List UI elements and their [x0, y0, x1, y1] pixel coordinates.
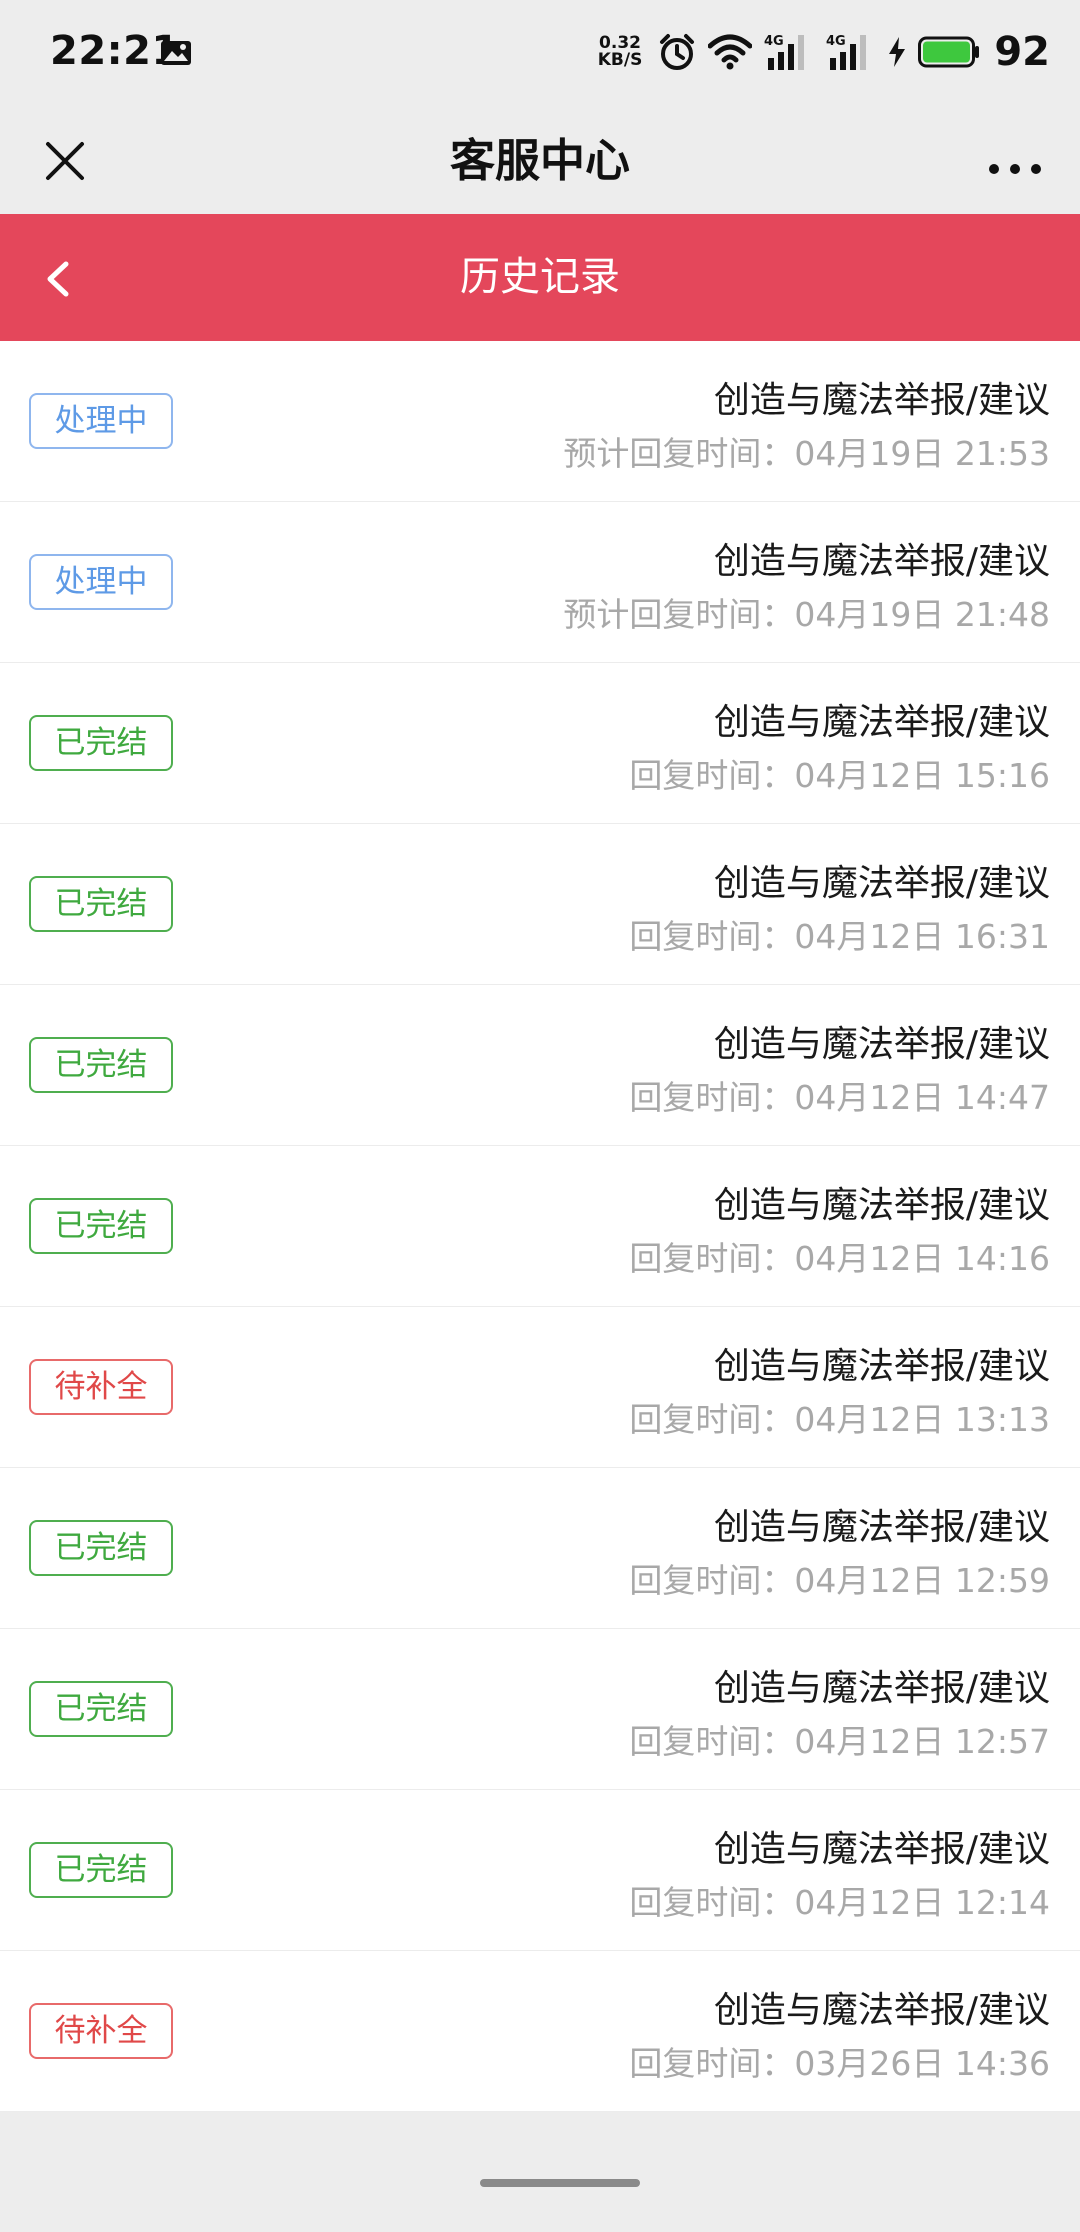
record-time: 回复时间：04月12日 16:31 [629, 917, 1050, 956]
record-row[interactable]: 已完结 创造与魔法举报/建议 回复时间：04月12日 15:16 [0, 663, 1080, 824]
status-icons: 0.32 KB/S 4G 4G 92 [598, 26, 1050, 78]
cellular-signal-icon-1: 4G [764, 34, 805, 70]
image-notification-icon [161, 41, 191, 65]
record-row[interactable]: 处理中 创造与魔法举报/建议 预计回复时间：04月19日 21:48 [0, 502, 1080, 663]
record-title: 创造与魔法举报/建议 [713, 541, 1050, 582]
record-title: 创造与魔法举报/建议 [713, 380, 1050, 421]
record-title: 创造与魔法举报/建议 [713, 702, 1050, 743]
record-row[interactable]: 已完结 创造与魔法举报/建议 回复时间：04月12日 14:47 [0, 985, 1080, 1146]
status-badge: 待补全 [29, 2003, 173, 2059]
record-title: 创造与魔法举报/建议 [713, 1668, 1050, 1709]
record-time: 回复时间：04月12日 15:16 [629, 756, 1050, 795]
network-type-label-1: 4G [764, 34, 784, 49]
alarm-icon [660, 34, 695, 70]
charging-bolt-icon [889, 37, 906, 67]
record-time: 回复时间：04月12日 12:57 [629, 1722, 1050, 1761]
history-title: 历史记录 [460, 254, 620, 300]
record-row[interactable]: 处理中 创造与魔法举报/建议 预计回复时间：04月19日 21:53 [0, 341, 1080, 502]
net-speed-unit: KB/S [597, 50, 643, 70]
record-title: 创造与魔法举报/建议 [713, 1507, 1050, 1548]
record-time: 回复时间：04月12日 12:59 [629, 1561, 1050, 1600]
status-badge: 已完结 [29, 1198, 173, 1254]
record-title: 创造与魔法举报/建议 [713, 1990, 1050, 2031]
record-time: 回复时间：04月12日 13:13 [629, 1400, 1050, 1439]
history-header: 历史记录 [0, 214, 1080, 341]
record-row[interactable]: 待补全 创造与魔法举报/建议 回复时间：03月26日 14:36 [0, 1951, 1080, 2112]
status-badge: 已完结 [29, 1520, 173, 1576]
status-badge: 已完结 [29, 715, 173, 771]
record-row[interactable]: 已完结 创造与魔法举报/建议 回复时间：04月12日 12:57 [0, 1629, 1080, 1790]
battery-percent: 92 [994, 29, 1050, 75]
page-title: 客服中心 [449, 134, 630, 187]
status-badge: 已完结 [29, 1037, 173, 1093]
record-time: 回复时间：04月12日 14:47 [629, 1078, 1050, 1117]
status-badge: 处理中 [29, 393, 173, 449]
status-badge: 已完结 [29, 876, 173, 932]
status-badge: 已完结 [29, 1681, 173, 1737]
record-time: 预计回复时间：04月19日 21:53 [563, 434, 1050, 473]
more-options-icon[interactable] [980, 126, 1050, 196]
status-badge: 处理中 [29, 554, 173, 610]
record-row[interactable]: 已完结 创造与魔法举报/建议 回复时间：04月12日 12:59 [0, 1468, 1080, 1629]
status-badge: 已完结 [29, 1842, 173, 1898]
record-title: 创造与魔法举报/建议 [713, 1346, 1050, 1387]
net-speed: 0.32 KB/S [598, 35, 643, 69]
status-bar: 22:21 0.32 KB/S 4G 4G 92 [0, 0, 1080, 106]
network-type-label-2: 4G [826, 34, 846, 49]
wifi-icon [708, 34, 753, 70]
record-time: 回复时间：03月26日 14:36 [629, 2044, 1050, 2083]
record-time: 回复时间：04月12日 12:14 [629, 1883, 1050, 1922]
record-title: 创造与魔法举报/建议 [713, 863, 1050, 904]
record-row[interactable]: 已完结 创造与魔法举报/建议 回复时间：04月12日 14:16 [0, 1146, 1080, 1307]
record-title: 创造与魔法举报/建议 [713, 1185, 1050, 1226]
record-title: 创造与魔法举报/建议 [713, 1829, 1050, 1870]
record-title: 创造与魔法举报/建议 [713, 1024, 1050, 1065]
record-row[interactable]: 已完结 创造与魔法举报/建议 回复时间：04月12日 12:14 [0, 1790, 1080, 1951]
status-badge: 待补全 [29, 1359, 173, 1415]
battery-icon [918, 36, 980, 68]
record-time: 回复时间：04月12日 14:16 [629, 1239, 1050, 1278]
cellular-signal-icon-2: 4G [826, 34, 867, 70]
record-row[interactable]: 待补全 创造与魔法举报/建议 回复时间：04月12日 13:13 [0, 1307, 1080, 1468]
record-row[interactable]: 已完结 创造与魔法举报/建议 回复时间：04月12日 16:31 [0, 824, 1080, 985]
home-indicator[interactable] [480, 2179, 640, 2187]
record-time: 预计回复时间：04月19日 21:48 [563, 595, 1050, 634]
records-list: 处理中 创造与魔法举报/建议 预计回复时间：04月19日 21:53 处理中 创… [0, 341, 1080, 2112]
nav-bar: 客服中心 [0, 106, 1080, 214]
